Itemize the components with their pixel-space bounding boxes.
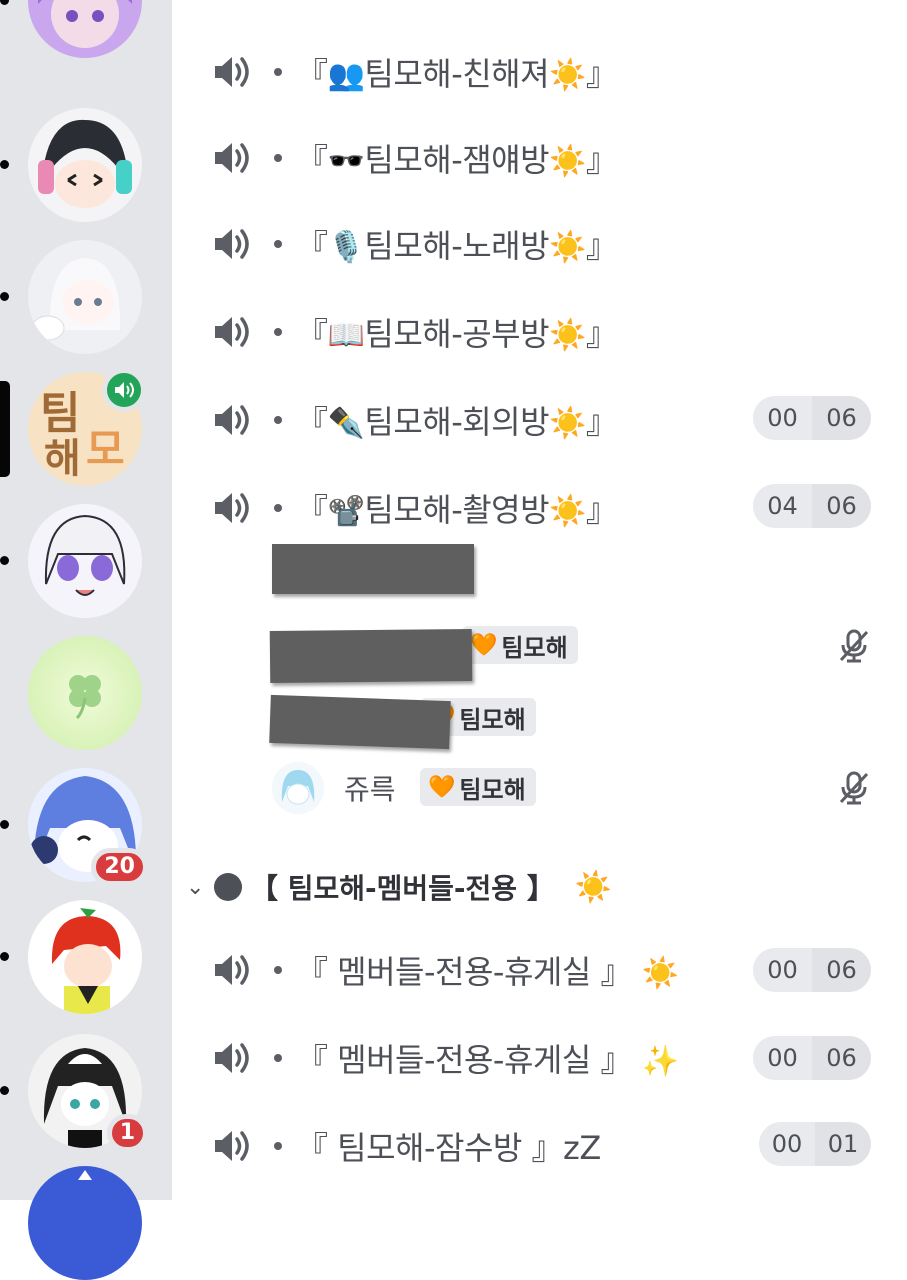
speaker-icon — [215, 955, 249, 985]
server-icon-clover[interactable] — [28, 636, 142, 750]
speaker-icon — [215, 1131, 249, 1161]
voice-channel[interactable]: 『📖팀모해-공부방☀️』 — [212, 302, 871, 362]
user-limit-counter: 00 06 — [753, 1036, 871, 1080]
logo-text-2: 해 — [44, 436, 81, 482]
mic-muted-icon — [839, 771, 869, 805]
server-avatar — [28, 108, 142, 222]
voice-channel[interactable]: 『🎙️팀모해-노래방☀️』 — [212, 214, 871, 274]
unread-pill — [0, 292, 9, 301]
unread-pill — [0, 952, 9, 961]
user-limit-counter: 04 06 — [753, 484, 871, 528]
voice-active-icon — [102, 368, 146, 412]
user-count: 04 — [753, 484, 812, 528]
category-header[interactable]: ⌄ 【 팀모해-멤버들-전용 】 ☀️ — [186, 862, 612, 912]
user-limit-counter: 00 06 — [753, 948, 871, 992]
voice-channel[interactable]: 『👥팀모해-친해져☀️』 — [212, 42, 871, 102]
speaker-icon — [215, 143, 249, 173]
user-limit: 06 — [812, 484, 871, 528]
server-avatar — [28, 1166, 142, 1280]
role-tag: 🧡팀모해 — [462, 626, 578, 664]
chevron-down-icon: ⌄ — [186, 874, 205, 900]
channel-name: 『📖팀모해-공부방☀️』 — [296, 315, 618, 353]
user-name: 쥬륵 — [344, 773, 396, 806]
redacted-user — [272, 544, 474, 594]
speaker-icon — [215, 405, 249, 435]
selected-pill — [0, 381, 10, 477]
server-avatar — [28, 240, 142, 354]
category-emoji: ☀️ — [574, 869, 613, 905]
user-limit: 01 — [815, 1122, 871, 1166]
voice-user[interactable]: 쥬륵 🧡 팀모해 — [272, 760, 871, 816]
channel-bullet — [274, 1142, 282, 1150]
user-limit: 06 — [812, 948, 871, 992]
channel-list: 『👥팀모해-친해져☀️』 『🕶️팀모해-잼얘방☀️』 『🎙️팀모해-노래방☀️』… — [172, 0, 907, 1200]
user-count: 00 — [759, 1122, 815, 1166]
server-icon-teammohae[interactable]: 팀 해 모 — [0, 368, 146, 486]
channel-name: 『✒️팀모해-회의방☀️』 — [296, 403, 618, 441]
voice-channel[interactable]: 『 멤버들-전용-휴게실 』 ☀️ 00 06 — [212, 940, 871, 1000]
channel-name: 『 멤버들-전용-휴게실 』 ✨ — [296, 1041, 679, 1079]
server-icon-boy[interactable] — [0, 108, 142, 222]
server-icon-chibi[interactable] — [0, 504, 142, 618]
voice-channel[interactable]: 『🕶️팀모해-잼얘방☀️』 — [212, 128, 871, 188]
speaker-icon — [215, 317, 249, 347]
server-icon-partial[interactable] — [28, 1166, 142, 1280]
channel-bullet — [274, 966, 282, 974]
channel-bullet — [274, 328, 282, 336]
speaker-icon — [215, 1043, 249, 1073]
user-avatar — [272, 762, 324, 814]
server-icon-blue-hair[interactable]: 20 — [0, 768, 148, 886]
logo-text-3: 모 — [86, 425, 125, 474]
speaker-icon — [215, 229, 249, 259]
redacted-user — [269, 694, 451, 750]
channel-bullet — [274, 240, 282, 248]
channel-name: 『 멤버들-전용-휴게실 』 ☀️ — [296, 953, 679, 991]
speaker-icon — [215, 57, 249, 87]
user-count: 00 — [753, 396, 812, 440]
server-avatar — [28, 504, 142, 618]
channel-name: 『🎙️팀모해-노래방☀️』 — [296, 227, 618, 265]
voice-channel[interactable]: 『 멤버들-전용-휴게실 』 ✨ 00 06 — [212, 1028, 871, 1088]
channel-name: 『 팀모해-잠수방 』zZ — [296, 1129, 601, 1167]
voice-channel[interactable]: 『✒️팀모해-회의방☀️』 00 06 — [212, 390, 871, 450]
unread-pill — [0, 0, 9, 5]
category-title: 【 팀모해-멤버들-전용 】 — [250, 872, 555, 905]
user-limit-counter: 00 01 — [759, 1122, 871, 1166]
unread-pill — [0, 160, 9, 169]
voice-channel[interactable]: 『📽️팀모해-촬영방☀️』 04 06 — [212, 478, 871, 538]
user-limit-counter: 00 06 — [753, 396, 871, 440]
server-rail: 팀 해 모 20 1 — [0, 0, 172, 1280]
channel-bullet — [274, 1054, 282, 1062]
server-icon-monochrome[interactable]: 1 — [0, 1034, 148, 1152]
server-icon-white-cat[interactable] — [0, 240, 142, 354]
mention-badge: 20 — [91, 848, 148, 886]
redacted-user — [269, 628, 473, 684]
category-dot-icon — [214, 873, 242, 901]
channel-name: 『👥팀모해-친해져☀️』 — [296, 55, 618, 93]
channel-name: 『📽️팀모해-촬영방☀️』 — [296, 491, 618, 529]
role-tag: 🧡팀모해 — [420, 768, 536, 806]
unread-pill — [0, 556, 9, 565]
channel-bullet — [274, 68, 282, 76]
server-avatar — [28, 900, 142, 1014]
server-icon-red-hair[interactable] — [0, 900, 142, 1014]
user-count: 00 — [753, 948, 812, 992]
unread-pill — [0, 820, 9, 829]
mic-muted-icon — [839, 629, 869, 663]
user-count: 00 — [753, 1036, 812, 1080]
user-limit: 06 — [812, 1036, 871, 1080]
user-limit: 06 — [812, 396, 871, 440]
server-icon-purple[interactable] — [0, 0, 142, 58]
mention-badge: 1 — [106, 1114, 148, 1152]
channel-name: 『🕶️팀모해-잼얘방☀️』 — [296, 141, 618, 179]
server-avatar — [28, 636, 142, 750]
channel-bullet — [274, 416, 282, 424]
logo-text-1: 팀 — [40, 388, 80, 439]
server-avatar — [28, 0, 142, 58]
voice-channel[interactable]: 『 팀모해-잠수방 』zZ 00 01 — [212, 1116, 871, 1176]
unread-pill — [0, 1086, 9, 1095]
speaker-icon — [215, 493, 249, 523]
channel-bullet — [274, 504, 282, 512]
channel-bullet — [274, 154, 282, 162]
